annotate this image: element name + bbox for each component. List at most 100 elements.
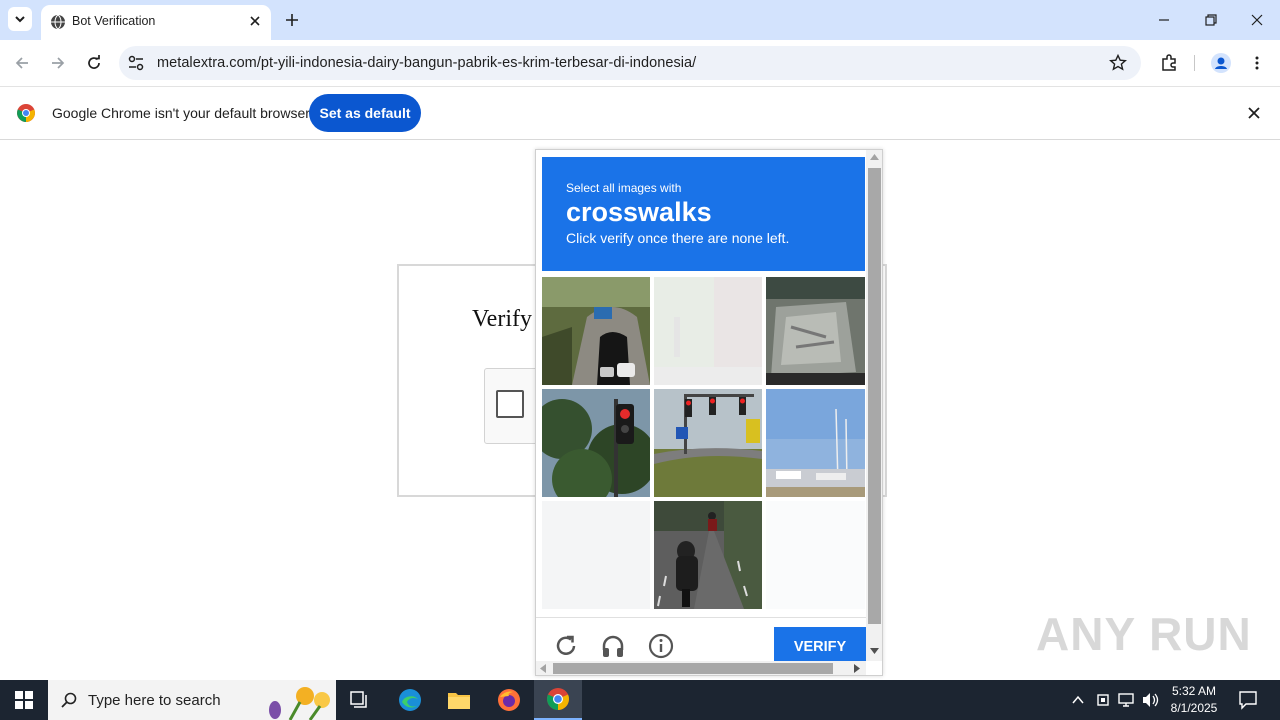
arrow-right-icon bbox=[52, 57, 65, 69]
reload-button[interactable] bbox=[82, 51, 106, 75]
reload-icon bbox=[88, 55, 100, 69]
headphones-icon[interactable] bbox=[599, 632, 627, 660]
folder-icon bbox=[448, 693, 470, 709]
tab-close-icon[interactable] bbox=[247, 13, 263, 29]
forward-button[interactable] bbox=[46, 51, 70, 75]
menu-button[interactable] bbox=[1245, 51, 1269, 75]
minimize-icon bbox=[1159, 19, 1169, 21]
tunnel-image bbox=[542, 277, 650, 385]
chrome-taskbar-button[interactable] bbox=[534, 680, 582, 720]
search-icon bbox=[61, 692, 77, 708]
minimize-button[interactable] bbox=[1152, 8, 1176, 32]
horizontal-scroll-thumb[interactable] bbox=[553, 663, 833, 674]
captcha-tile-1[interactable] bbox=[542, 277, 650, 385]
captcha-tile-9[interactable] bbox=[766, 501, 865, 609]
profile-button[interactable] bbox=[1209, 51, 1233, 75]
scroll-up-icon[interactable] bbox=[870, 154, 879, 160]
taskbar: Type here to search 5:32 AM 8/1/2025 bbox=[0, 680, 1280, 720]
site-info-icon[interactable] bbox=[127, 54, 145, 72]
harbor-image bbox=[766, 389, 865, 497]
traffic-light-road-image bbox=[654, 389, 762, 497]
globe-icon bbox=[51, 14, 65, 30]
firefox-icon bbox=[498, 689, 520, 711]
default-browser-infobar: Google Chrome isn't your default browser… bbox=[0, 87, 1280, 140]
notifications-icon[interactable] bbox=[1238, 690, 1258, 710]
scroll-down-icon[interactable] bbox=[870, 648, 879, 654]
extensions-button[interactable] bbox=[1157, 51, 1181, 75]
chrome-logo-icon bbox=[17, 104, 35, 122]
network-device-icon[interactable] bbox=[1095, 692, 1111, 708]
horizontal-scrollbar[interactable] bbox=[536, 661, 866, 675]
file-explorer-button[interactable] bbox=[435, 680, 483, 720]
captcha-tile-5[interactable] bbox=[654, 389, 762, 497]
faded-street-image bbox=[654, 277, 762, 385]
captcha-tile-4[interactable] bbox=[542, 389, 650, 497]
scroll-left-icon[interactable] bbox=[540, 664, 546, 673]
windows-logo-icon bbox=[15, 691, 33, 709]
close-window-button[interactable] bbox=[1245, 8, 1269, 32]
clock-date: 8/1/2025 bbox=[1170, 701, 1218, 715]
bookmark-star-icon[interactable] bbox=[1109, 54, 1127, 72]
refresh-icon[interactable] bbox=[552, 632, 580, 660]
garbage-truck-image bbox=[766, 277, 865, 385]
captcha-challenge-popup: Select all images with crosswalks Click … bbox=[535, 149, 883, 676]
chrome-icon bbox=[547, 688, 569, 710]
flowers-icon bbox=[269, 687, 330, 720]
anyrun-watermark: ANY RUN bbox=[1036, 608, 1252, 660]
tab-strip: Bot Verification bbox=[0, 0, 1280, 40]
taskbar-search-box[interactable]: Type here to search bbox=[48, 680, 336, 720]
close-icon bbox=[1251, 14, 1263, 26]
toolbar: metalextra.com/pt-yili-indonesia-dairy-b… bbox=[0, 40, 1280, 87]
info-icon[interactable] bbox=[647, 632, 675, 660]
volume-icon[interactable] bbox=[1142, 692, 1160, 708]
back-button[interactable] bbox=[10, 51, 34, 75]
tab-title: Bot Verification bbox=[72, 14, 156, 28]
captcha-instruction: Select all images with bbox=[566, 181, 682, 195]
close-icon[interactable] bbox=[1246, 105, 1262, 121]
edge-icon bbox=[399, 689, 421, 711]
captcha-subtext: Click verify once there are none left. bbox=[566, 230, 790, 246]
url-text[interactable]: metalextra.com/pt-yili-indonesia-dairy-b… bbox=[157, 55, 696, 71]
footer-divider bbox=[536, 617, 866, 618]
tab-active[interactable]: Bot Verification bbox=[41, 5, 271, 40]
page-title: Verify bbox=[472, 306, 532, 332]
vertical-scroll-thumb[interactable] bbox=[868, 168, 881, 624]
new-tab-button[interactable] bbox=[282, 10, 302, 30]
task-view-button[interactable] bbox=[336, 680, 384, 720]
tab-search-button[interactable] bbox=[8, 7, 32, 31]
restore-icon bbox=[1205, 14, 1217, 26]
chevron-down-icon bbox=[15, 16, 25, 23]
firefox-taskbar-button[interactable] bbox=[485, 680, 533, 720]
captcha-tile-8[interactable] bbox=[654, 501, 762, 609]
scroll-right-icon[interactable] bbox=[854, 664, 860, 673]
task-view-icon bbox=[350, 691, 367, 708]
captcha-target: crosswalks bbox=[566, 197, 712, 227]
restore-button[interactable] bbox=[1199, 8, 1223, 32]
start-button[interactable] bbox=[0, 680, 48, 720]
captcha-tile-7[interactable] bbox=[542, 501, 650, 609]
edge-taskbar-button[interactable] bbox=[386, 680, 434, 720]
captcha-tile-3[interactable] bbox=[766, 277, 865, 385]
chevron-up-icon[interactable] bbox=[1071, 693, 1085, 707]
vertical-scrollbar[interactable] bbox=[866, 150, 882, 661]
plus-icon bbox=[286, 14, 298, 26]
network-icon[interactable] bbox=[1118, 692, 1136, 708]
faded-image bbox=[542, 501, 650, 609]
infobar-message: Google Chrome isn't your default browser bbox=[52, 105, 310, 121]
set-as-default-button[interactable]: Set as default bbox=[309, 94, 421, 132]
captcha-tile-2[interactable] bbox=[654, 277, 762, 385]
more-vert-icon bbox=[1255, 56, 1259, 70]
arrow-left-icon bbox=[15, 57, 28, 69]
captcha-checkbox[interactable] bbox=[496, 390, 524, 418]
captcha-header: Select all images with crosswalks Click … bbox=[542, 157, 865, 271]
address-bar[interactable]: metalextra.com/pt-yili-indonesia-dairy-b… bbox=[119, 46, 1141, 80]
clock[interactable]: 5:32 AM 8/1/2025 bbox=[1164, 683, 1224, 717]
captcha-tile-6[interactable] bbox=[766, 389, 865, 497]
motorcycle-image bbox=[654, 501, 762, 609]
clock-time: 5:32 AM bbox=[1171, 684, 1217, 698]
page-content: Verify Select all images with crosswalks… bbox=[0, 141, 1280, 680]
toolbar-divider bbox=[1194, 55, 1195, 71]
faded-image bbox=[766, 501, 865, 609]
avatar-icon bbox=[1211, 53, 1231, 73]
puzzle-icon bbox=[1162, 54, 1176, 71]
